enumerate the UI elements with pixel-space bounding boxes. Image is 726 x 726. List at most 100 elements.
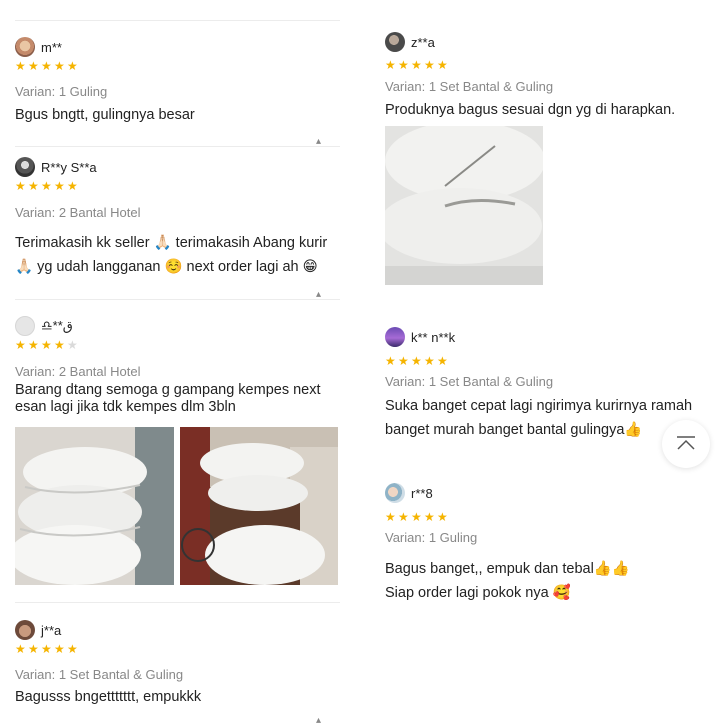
review-user: z**a [385,31,435,53]
star-icon: ★ [28,642,39,656]
star-icon: ★ [411,58,422,72]
review-item: m** ★ ★ ★ ★ ★ Varian: 1 Guling Bgus bngtt, g… [15,36,360,126]
review-user: k** n**k [385,326,455,348]
reviews-column-left: m** ★ ★ ★ ★ ★ Varian: 1 Guling Bgus bngtt, g… [0,0,360,726]
star-icon: ★ [437,510,448,524]
rating-stars: ★ ★ ★ ★ ★ [15,60,79,72]
star-icon: ★ [41,338,52,352]
avatar [385,32,405,52]
star-icon: ★ [28,59,39,73]
star-icon: ★ [41,179,52,193]
rating-stars: ★ ★ ★ ★ ★ [385,355,449,367]
star-icon: ★ [437,354,448,368]
rating-stars: ★ ★ ★ ★ ★ [15,180,79,192]
username: j**a [41,622,62,638]
review-photo[interactable] [15,427,174,585]
star-icon: ★ [67,59,78,73]
star-icon: ★ [424,58,435,72]
review-user: j**a [15,619,61,641]
star-icon: ★ [15,179,26,193]
avatar [15,37,35,57]
review-photo[interactable] [180,427,338,585]
review-photo[interactable] [385,126,543,285]
star-icon: ★ [54,179,65,193]
rating-stars: ★ ★ ★ ★ ★ [385,511,449,523]
review-comment-line: Suka banget cepat lagi ngirimya kurirnya… [385,398,693,414]
avatar [15,620,35,640]
star-icon: ★ [28,179,39,193]
review-comment-line: Terimakasih kk seller 🙏🏻 terimakasih Aba… [15,235,328,251]
review-item: j**a ★ ★ ★ ★ ★ Varian: 1 Set Bantal & Guling… [15,619,360,719]
star-icon: ★ [15,338,26,352]
avatar [15,316,35,336]
username: m** [41,39,62,55]
star-icon: ★ [385,58,396,72]
caret-up-icon[interactable]: ▴ [316,715,321,726]
rating-stars: ★ ★ ★ ★ ★ [15,643,79,655]
star-icon: ★ [54,59,65,73]
variant-label: Varian: 1 Set Bantal & Guling [15,667,184,682]
star-icon: ★ [437,58,448,72]
avatar [15,157,35,177]
rating-stars: ★ ★ ★ ★ ★ [385,59,449,71]
star-icon: ★ [67,642,78,656]
star-icon: ★ [15,59,26,73]
review-item: R**y S**a ★ ★ ★ ★ ★ Varian: 2 Bantal Hotel T… [15,156,360,286]
star-icon: ★ [15,642,26,656]
star-icon: ★ [411,510,422,524]
star-icon: ★ [41,59,52,73]
variant-label: Varian: 1 Set Bantal & Guling [385,374,554,389]
username: z**a [411,34,435,50]
star-icon: ★ [385,510,396,524]
username: r**8 [411,485,433,501]
username: k** n**k [411,329,456,345]
star-icon: ★ [54,642,65,656]
divider [15,299,340,300]
review-comment: Bgus bngtt, gulingnya besar [15,107,195,123]
pillow-photo [385,126,543,285]
review-comment-line: Bagus banget,, empuk dan tebal👍👍 [385,561,630,577]
variant-label: Varian: 1 Set Bantal & Guling [385,79,554,94]
pillow-photo [15,427,174,585]
variant-label: Varian: 1 Guling [385,530,478,545]
pillow-photo [180,427,338,585]
divider [15,602,340,603]
back-to-top-icon [677,436,695,450]
star-icon: ★ [54,338,65,352]
review-user: m** [15,36,62,58]
username: R**y S**a [41,159,97,175]
review-user: R**y S**a [15,156,97,178]
star-icon: ★ [398,510,409,524]
review-comment: Bagusss bngettttttt, empukkk [15,689,202,705]
avatar [385,327,405,347]
rating-stars: ★ ★ ★ ★ ★ [15,339,79,351]
star-icon: ★ [67,338,78,352]
review-comment-line: Siap order lagi pokok nya 🥰 [385,585,571,601]
review-comment-line: esan lagi jika tdk kempes dlm 3bln [15,399,236,415]
variant-label: Varian: 2 Bantal Hotel [15,364,141,379]
avatar [385,483,405,503]
review-user: ♎**ق [15,315,73,337]
back-to-top-button[interactable] [662,420,710,468]
review-item: r**8 ★ ★ ★ ★ ★ Varian: 1 Guling Bagus banget… [385,482,726,612]
review-user: r**8 [385,482,433,504]
divider [15,20,340,21]
reviews-column-right: z**a ★ ★ ★ ★ ★ Varian: 1 Set Bantal & Guling… [368,0,726,726]
star-icon: ★ [28,338,39,352]
star-icon: ★ [424,510,435,524]
review-item: ♎**ق ★ ★ ★ ★ ★ Varian: 2 Bantal Hotel Barang… [15,315,360,590]
variant-label: Varian: 2 Bantal Hotel [15,205,141,220]
star-icon: ★ [398,58,409,72]
review-item: z**a ★ ★ ★ ★ ★ Varian: 1 Set Bantal & Guling… [385,31,726,291]
star-icon: ★ [67,179,78,193]
star-icon: ★ [398,354,409,368]
username: ♎**ق [41,318,73,333]
variant-label: Varian: 1 Guling [15,84,108,99]
divider [15,146,340,147]
review-comment-line: 🙏🏻 yg udah langganan ☺️ next order lagi … [15,259,318,275]
star-icon: ★ [424,354,435,368]
review-comment-line: Barang dtang semoga g gampang kempes nex… [15,382,321,398]
star-icon: ★ [41,642,52,656]
star-icon: ★ [385,354,396,368]
review-comment: Produknya bagus sesuai dgn yg di harapka… [385,102,676,118]
